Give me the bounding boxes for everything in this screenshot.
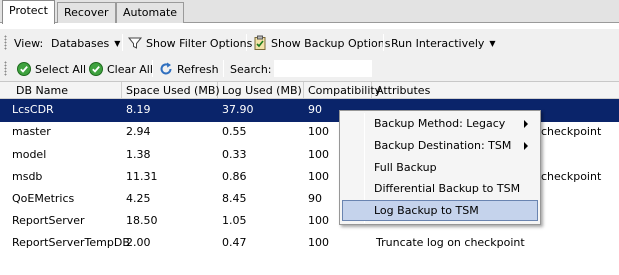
column-header-compatibility[interactable]: Compatibility [304, 82, 381, 99]
cell-space-used: 1.38 [126, 148, 151, 161]
cell-compatibility: 100 [308, 170, 329, 183]
toolbar-grip[interactable] [4, 35, 7, 50]
cell-space-used: 4.25 [126, 192, 151, 205]
cell-db-name: master [12, 125, 51, 138]
menu-item-differential-backup[interactable]: Differential Backup to TSM [342, 178, 538, 199]
menu-item-label: Log Backup to TSM [374, 204, 479, 217]
menu-item-full-backup[interactable]: Full Backup [342, 157, 538, 178]
cell-compatibility: 100 [308, 214, 329, 227]
cell-compatibility: 90 [308, 103, 322, 116]
select-all-label: Select All [35, 62, 87, 76]
toolbar-separator [152, 60, 153, 77]
toolbar-separator [246, 34, 247, 51]
cell-db-name: QoEMetrics [12, 192, 75, 205]
select-all-button[interactable]: Select All [16, 61, 86, 77]
toolbar-separator [122, 34, 123, 51]
cell-db-name: LcsCDR [12, 103, 54, 116]
column-header-log-used[interactable]: Log Used (MB) [218, 82, 304, 99]
view-dropdown[interactable]: Databases ▼ [51, 35, 120, 51]
menu-item-label: Full Backup [374, 161, 437, 174]
cell-db-name: model [12, 148, 47, 161]
cell-attributes: checkpoint [541, 125, 602, 138]
filter-icon [127, 35, 143, 51]
cell-compatibility: 90 [308, 192, 322, 205]
search-input[interactable] [273, 59, 373, 78]
chevron-down-icon: ▼ [489, 38, 496, 48]
action-toolbar: Select All Clear All Refresh Search: [0, 55, 619, 82]
cell-log-used: 37.90 [222, 103, 254, 116]
tab-label: Recover [64, 6, 109, 19]
cell-log-used: 0.47 [222, 236, 247, 249]
submenu-arrow-icon [524, 142, 528, 150]
table-header: DB Name Space Used (MB) Log Used (MB) Co… [0, 82, 619, 99]
menu-item-log-backup[interactable]: Log Backup to TSM [342, 200, 538, 221]
menu-item-label: Backup Method: Legacy [374, 117, 506, 130]
refresh-label: Refresh [177, 62, 219, 76]
tab-label: Protect [9, 4, 48, 17]
toolbar-separator [383, 34, 384, 51]
cell-db-name: ReportServer [12, 214, 85, 227]
check-circle-icon [88, 61, 104, 77]
cell-log-used: 8.45 [222, 192, 247, 205]
tab-recover[interactable]: Recover [57, 2, 116, 23]
menu-item-label: Backup Destination: TSM [374, 139, 512, 152]
cell-compatibility: 100 [308, 148, 329, 161]
backup-options-label: Show Backup Options [271, 36, 391, 50]
tab-label: Automate [123, 6, 178, 19]
run-label: Run Interactively [391, 36, 485, 50]
chevron-down-icon: ▼ [114, 38, 121, 48]
cell-compatibility: 100 [308, 236, 329, 249]
submenu-arrow-icon [524, 120, 528, 128]
cell-space-used: 2.94 [126, 125, 151, 138]
cell-db-name: msdb [12, 170, 43, 183]
show-filter-options-button[interactable]: Show Filter Options [127, 35, 252, 51]
cell-space-used: 18.50 [126, 214, 158, 227]
cell-compatibility: 100 [308, 125, 329, 138]
view-value: Databases [51, 36, 110, 50]
cell-attributes: checkpoint [541, 170, 602, 183]
tab-bar: Recover Automate Protect [0, 0, 619, 24]
cell-space-used: 2.00 [126, 236, 151, 249]
clear-all-label: Clear All [107, 62, 153, 76]
refresh-icon [158, 61, 174, 77]
context-menu: Backup Method: Legacy Backup Destination… [339, 110, 541, 225]
check-circle-icon [16, 61, 32, 77]
run-interactively-dropdown[interactable]: Run Interactively ▼ [391, 35, 496, 51]
toolbar-separator [223, 60, 224, 77]
search-label: Search: [230, 62, 272, 76]
column-header-attributes[interactable]: Attributes [372, 82, 619, 99]
table-row[interactable]: ReportServerTempDB 2.00 0.47 100 Truncat… [0, 232, 619, 255]
menu-item-label: Differential Backup to TSM [374, 182, 521, 195]
filter-label: Show Filter Options [146, 36, 253, 50]
show-backup-options-button[interactable]: Show Backup Options [252, 35, 390, 51]
cell-db-name: ReportServerTempDB [12, 236, 130, 249]
menu-item-backup-method[interactable]: Backup Method: Legacy [342, 113, 538, 134]
cell-attributes: Truncate log on checkpoint [376, 236, 525, 249]
toolbar-grip[interactable] [4, 61, 7, 76]
tab-automate[interactable]: Automate [116, 2, 185, 23]
cell-log-used: 1.05 [222, 214, 247, 227]
view-toolbar: View: Databases ▼ Show Filter Options Sh… [0, 29, 619, 56]
column-header-space-used[interactable]: Space Used (MB) [122, 82, 220, 99]
cell-log-used: 0.86 [222, 170, 247, 183]
cell-space-used: 11.31 [126, 170, 158, 183]
cell-log-used: 0.33 [222, 148, 247, 161]
column-header-db-name[interactable]: DB Name [12, 82, 122, 99]
cell-space-used: 8.19 [126, 103, 151, 116]
menu-item-backup-destination[interactable]: Backup Destination: TSM [342, 135, 538, 156]
cell-log-used: 0.55 [222, 125, 247, 138]
clipboard-icon [252, 35, 268, 51]
refresh-button[interactable]: Refresh [158, 61, 219, 77]
clear-all-button[interactable]: Clear All [88, 61, 153, 77]
view-label: View: [14, 36, 44, 50]
tab-protect[interactable]: Protect [2, 0, 55, 24]
